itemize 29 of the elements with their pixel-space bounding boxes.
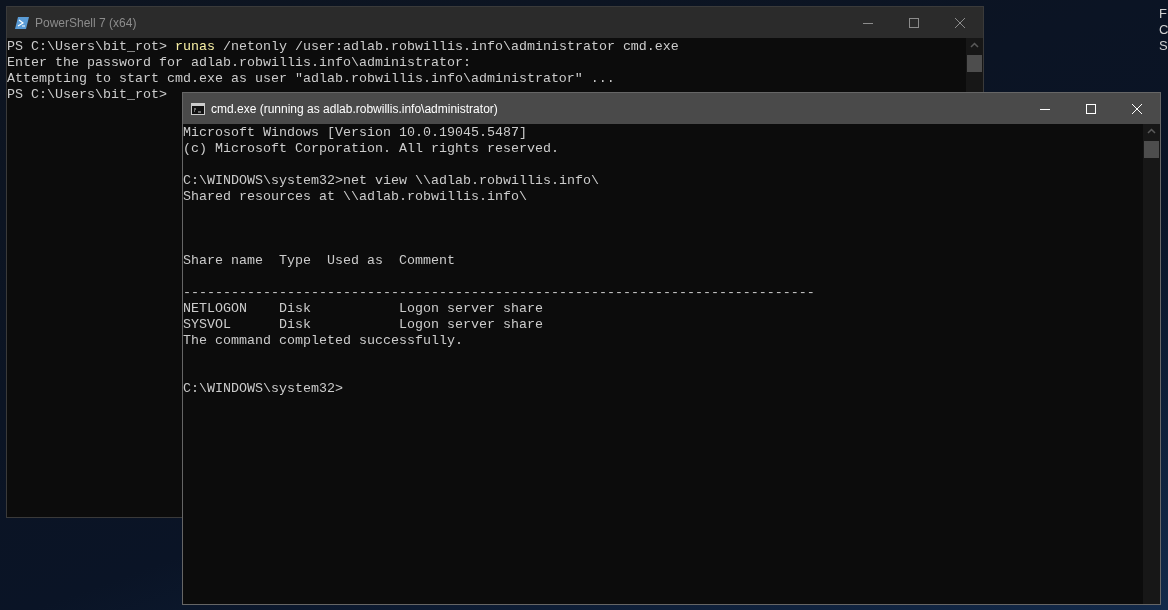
scrollbar-thumb[interactable]: [967, 55, 982, 72]
close-icon: [1132, 103, 1142, 114]
console-output-line: Enter the password for adlab.robwillis.info\administrator:: [7, 55, 471, 70]
maximize-icon: [1086, 103, 1096, 114]
command-arguments: /netonly /user:adlab.robwillis.info\administrator cmd.exe: [221, 39, 679, 54]
console-output-line: Microsoft Windows [Version 10.0.19045.5487]: [183, 125, 527, 140]
console-output-line: SYSVOL Disk Logon server share: [183, 317, 543, 332]
console-output-line: NETLOGON Disk Logon server share: [183, 301, 543, 316]
prompt-text: PS C:\Users\bit_rot>: [7, 87, 167, 102]
desktop-text: F: [1159, 6, 1168, 22]
desktop-text: C: [1159, 22, 1168, 38]
scrollbar-thumb[interactable]: [1144, 141, 1159, 158]
console-output-line: Share name Type Used as Comment: [183, 253, 455, 268]
window-title: cmd.exe (running as adlab.robwillis.info\administrator): [211, 101, 499, 116]
close-icon: [955, 17, 965, 28]
console-output-line: (c) Microsoft Corporation. All rights reserved.: [183, 141, 559, 156]
console-output-line: C:\WINDOWS\system32>net view \\adlab.robwillis.info\: [183, 173, 599, 188]
console-output-line: The command completed successfully.: [183, 333, 463, 348]
console-output-line: Shared resources at \\adlab.robwillis.info\: [183, 189, 527, 204]
powershell-icon: [15, 16, 29, 29]
window-title: PowerShell 7 (x64): [35, 15, 138, 30]
command-text: runas: [174, 39, 215, 54]
maximize-icon: [909, 17, 919, 28]
prompt-text: PS C:\Users\bit_rot>: [7, 39, 168, 54]
desktop-text: S: [1159, 38, 1168, 54]
console-output-line: Attempting to start cmd.exe as user "adlab.robwillis.info\administrator" ...: [7, 71, 615, 86]
terminal-icon: [191, 102, 205, 115]
console-output-line: C:\WINDOWS\system32>: [183, 381, 343, 396]
console-output-line: -------------------------------------------------------------------------------: [183, 285, 815, 300]
